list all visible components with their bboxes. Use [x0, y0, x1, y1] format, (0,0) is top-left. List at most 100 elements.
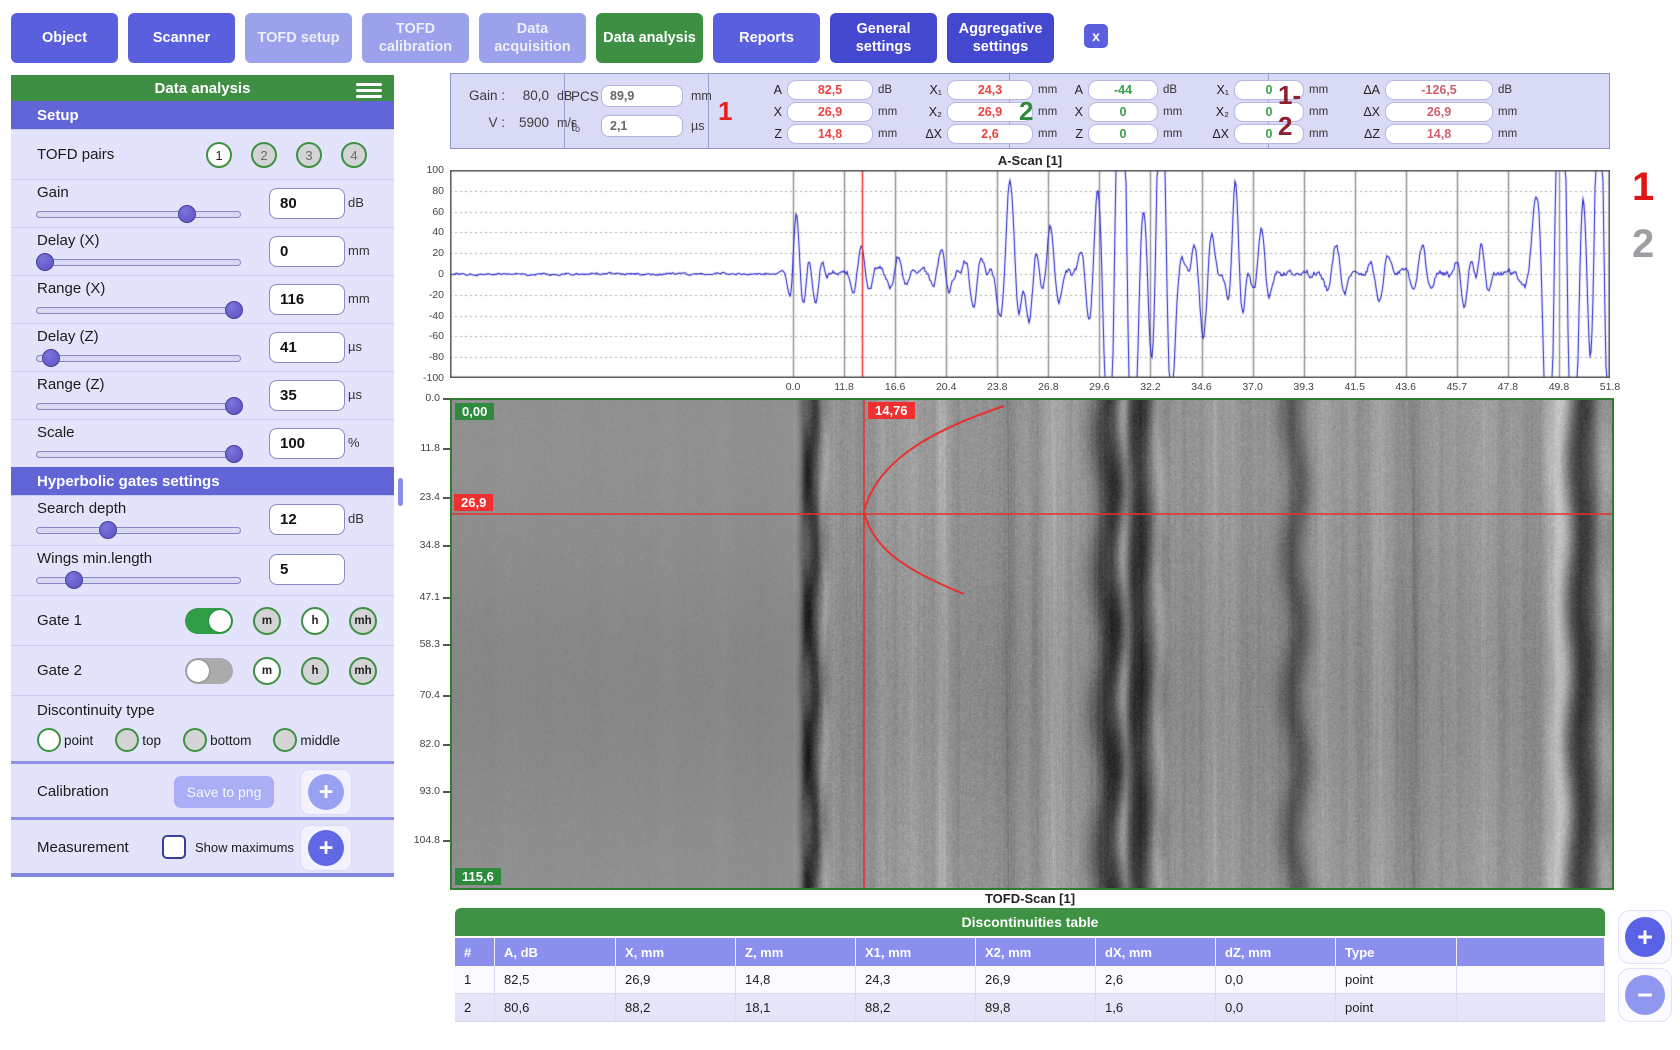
measure-group-2-col2: X₁0mmX₂0mmΔX0mm — [1205, 80, 1328, 146]
measure-field-unit: dB — [1163, 84, 1177, 96]
discontinuity-option-top[interactable]: top — [115, 728, 161, 752]
table-header-cell: Type — [1336, 938, 1457, 966]
slider-track-range-x[interactable] — [36, 307, 241, 314]
slider-track-range-z[interactable] — [36, 403, 241, 410]
ascan-ytick: 20 — [412, 247, 444, 259]
zoom-in-container: + — [1618, 910, 1672, 964]
nav-tab-data-acquisition: Data acquisition — [479, 13, 586, 63]
sidebar-scrollbar-thumb[interactable] — [398, 478, 403, 506]
discontinuity-option-bottom[interactable]: bottom — [183, 728, 251, 752]
discontinuities-table-title: Discontinuities table — [455, 908, 1605, 936]
slider-value-delay-x[interactable] — [269, 236, 345, 267]
discontinuity-option-label: point — [64, 733, 93, 748]
discontinuity-radio-top[interactable] — [115, 728, 139, 752]
slider-track-delay-z[interactable] — [36, 355, 241, 362]
table-header-cell — [1457, 938, 1605, 966]
tofd-ytick: 47.1 — [408, 591, 440, 603]
discontinuity-option-middle[interactable]: middle — [273, 728, 340, 752]
nav-tab-aggregative-settings[interactable]: Aggregative settings — [947, 13, 1054, 63]
measurement-info-panel: Gain : 80,0 dB V : 5900 m/s PCS mm t₀ µs… — [450, 73, 1610, 149]
slider-row-scale: Scale% — [11, 419, 394, 467]
discontinuities-table: Discontinuities table #A, dBX, mmZ, mmX1… — [455, 908, 1605, 1022]
ascan-ytick: -20 — [412, 289, 444, 301]
slider-label-delay-x: Delay (X) — [37, 232, 100, 249]
show-maximums-checkbox[interactable] — [162, 835, 186, 859]
gain-readout-unit: dB — [557, 89, 572, 103]
gate-gate-1-mode-m-button[interactable]: m — [253, 607, 281, 635]
slider-value-delay-z[interactable] — [269, 332, 345, 363]
slider-value-scale[interactable] — [269, 428, 345, 459]
slider-knob-gain[interactable] — [178, 205, 196, 223]
slider-track-search-depth[interactable] — [36, 527, 241, 534]
pcs-input[interactable] — [601, 85, 683, 107]
nav-tab-data-analysis[interactable]: Data analysis — [596, 13, 703, 63]
measurement-add-container: + — [300, 825, 352, 871]
slider-track-scale[interactable] — [36, 451, 241, 458]
close-button[interactable]: x — [1084, 24, 1108, 48]
gate-gate-1-mode-h-button[interactable]: h — [301, 607, 329, 635]
slider-knob-search-depth[interactable] — [99, 521, 117, 539]
group-indicator-1[interactable]: 1 — [1632, 165, 1654, 210]
slider-knob-range-x[interactable] — [225, 301, 243, 319]
slider-knob-range-z[interactable] — [225, 397, 243, 415]
gate-gate-1-mode-mh-button[interactable]: mh — [349, 607, 377, 635]
ascan-xtick: 41.5 — [1335, 381, 1375, 393]
ascan-xtick: 43.6 — [1386, 381, 1426, 393]
nav-tab-scanner[interactable]: Scanner — [128, 13, 235, 63]
tofd-cursor-depth-badge: 14,76 — [868, 402, 915, 419]
gate-gate-2-mode-m-button[interactable]: m — [253, 657, 281, 685]
zoom-in-button[interactable]: + — [1625, 917, 1665, 957]
nav-tab-reports[interactable]: Reports — [713, 13, 820, 63]
discontinuity-option-point[interactable]: point — [37, 728, 93, 752]
tofd-pair-radio-4[interactable]: 4 — [341, 142, 367, 168]
measure-field: Z14,8mm — [758, 124, 897, 144]
slider-value-range-x[interactable] — [269, 284, 345, 315]
ascan-xtick: 49.8 — [1539, 381, 1579, 393]
measure-field: ΔX2,6mm — [918, 124, 1057, 144]
tofd-pair-radio-1[interactable]: 1 — [206, 142, 232, 168]
table-row[interactable]: 280,688,218,188,289,81,60,0point — [455, 994, 1605, 1022]
slider-knob-scale[interactable] — [225, 445, 243, 463]
measure-field: X₁0mm — [1205, 80, 1328, 100]
table-cell: 80,6 — [495, 994, 616, 1021]
slider-track-gain[interactable] — [36, 211, 241, 218]
menu-icon[interactable] — [356, 80, 382, 101]
slider-value-gain[interactable] — [269, 188, 345, 219]
ascan-plot[interactable] — [450, 170, 1610, 378]
table-row[interactable]: 182,526,914,824,326,92,60,0point — [455, 966, 1605, 994]
gate-toggle-gate-2[interactable] — [185, 658, 233, 684]
tofd-pair-radio-2[interactable]: 2 — [251, 142, 277, 168]
nav-tab-object[interactable]: Object — [11, 13, 118, 63]
table-cell: 1,6 — [1096, 994, 1216, 1021]
discontinuity-radio-middle[interactable] — [273, 728, 297, 752]
slider-value-search-depth[interactable] — [269, 504, 345, 535]
gate-label-gate-1: Gate 1 — [37, 612, 82, 629]
nav-tab-general-settings[interactable]: General settings — [830, 13, 937, 63]
slider-value-wings-min-length[interactable] — [269, 554, 345, 585]
gate-label-gate-2: Gate 2 — [37, 662, 82, 679]
gate-row-gate-2: Gate 2mhmh — [11, 645, 394, 695]
ascan-xtick: 26.8 — [1028, 381, 1068, 393]
group-indicator-2[interactable]: 2 — [1632, 222, 1654, 267]
tofd-pair-radio-3[interactable]: 3 — [296, 142, 322, 168]
zoom-out-button[interactable]: − — [1625, 975, 1665, 1015]
t0-input[interactable] — [601, 115, 683, 137]
calibration-add-button[interactable]: + — [308, 774, 344, 810]
table-cell: 2,6 — [1096, 966, 1216, 993]
slider-knob-delay-z[interactable] — [42, 349, 60, 367]
slider-track-delay-x[interactable] — [36, 259, 241, 266]
measure-field-value: 26,9 — [787, 102, 873, 122]
slider-value-range-z[interactable] — [269, 380, 345, 411]
measurement-add-button[interactable]: + — [308, 830, 344, 866]
save-to-png-button[interactable]: Save to png — [174, 776, 274, 808]
gate-gate-2-mode-mh-button[interactable]: mh — [349, 657, 377, 685]
gate-toggle-gate-1[interactable] — [185, 608, 233, 634]
measure-field: A-44dB — [1059, 80, 1182, 100]
slider-knob-delay-x[interactable] — [36, 253, 54, 271]
tofd-ytick: 23.4 — [408, 491, 440, 503]
slider-knob-wings-min-length[interactable] — [65, 571, 83, 589]
gate-gate-2-mode-h-button[interactable]: h — [301, 657, 329, 685]
discontinuity-radio-bottom[interactable] — [183, 728, 207, 752]
discontinuity-radio-point[interactable] — [37, 728, 61, 752]
slider-track-wings-min-length[interactable] — [36, 577, 241, 584]
